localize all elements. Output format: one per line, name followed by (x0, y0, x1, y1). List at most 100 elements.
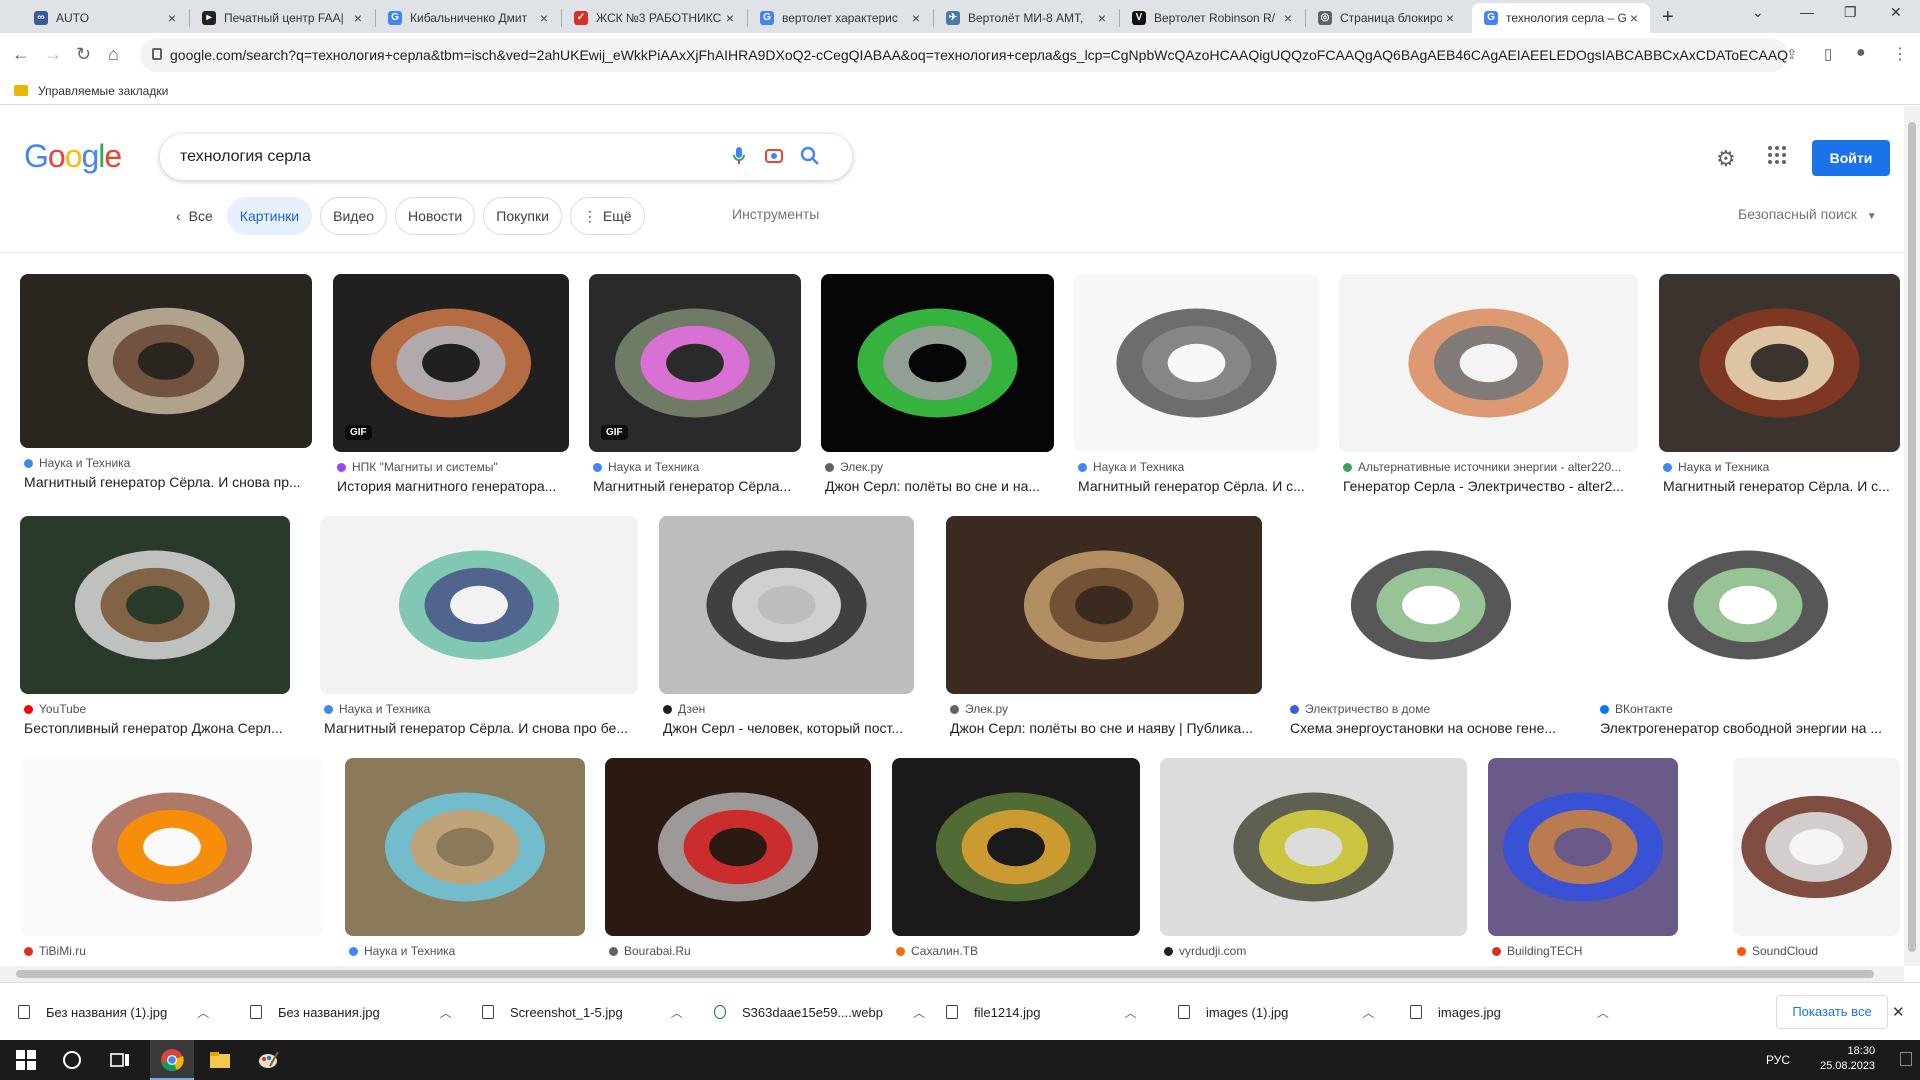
chevron-up-icon[interactable]: ︿ (197, 1004, 209, 1021)
tools-button[interactable]: Инструменты (732, 206, 819, 222)
system-clock[interactable]: 18:30 25.08.2023 (1820, 1044, 1875, 1074)
result-source[interactable]: Элек.ру (825, 460, 1054, 474)
result-title[interactable]: Генератор Серла - Электричество - alter2… (1343, 478, 1638, 494)
tab-auto[interactable]: ∞ AUTO × (22, 3, 188, 33)
image-result[interactable]: GIF Наука и Техника Магнитный генератор Сё… (589, 274, 801, 504)
result-thumbnail[interactable] (1339, 274, 1638, 452)
safe-search-dropdown[interactable]: Безопасный поиск ▼ (1738, 206, 1877, 222)
close-downloads-icon[interactable]: ✕ (1892, 1003, 1905, 1021)
home-icon[interactable]: ⌂ (108, 44, 119, 65)
image-result[interactable]: Электричество в доме Схема энергоустановк… (1286, 516, 1576, 746)
menu-dots-icon[interactable]: ⋮ (1892, 44, 1908, 64)
result-title[interactable]: Электрогенератор свободной энергии на ..… (1600, 720, 1900, 736)
close-icon[interactable]: × (164, 10, 180, 26)
address-bar[interactable]: google.com/search?q=технология+серла&tbm… (140, 38, 1788, 72)
result-title[interactable]: Схема энергоустановки на основе гене... (1290, 720, 1576, 736)
managed-bookmarks[interactable]: Управляемые закладки (38, 84, 168, 98)
tab-search-chevron-icon[interactable]: ⌄ (1752, 4, 1764, 21)
result-thumbnail[interactable] (1659, 274, 1900, 452)
filter-images[interactable]: Картинки (226, 197, 313, 235)
result-thumbnail[interactable] (1596, 516, 1900, 694)
image-result[interactable]: Наука и Техника Магнитный генератор Сёрла… (1659, 274, 1900, 504)
image-result[interactable]: Наука и Техника (345, 758, 585, 966)
tab-zhsk[interactable]: ✓ ЖСК №3 РАБОТНИКС × (562, 3, 746, 33)
close-icon[interactable]: × (536, 10, 552, 26)
result-thumbnail[interactable] (1074, 274, 1319, 452)
tab-mi8[interactable]: ✈ Вертолёт МИ-8 АМТ, × (934, 3, 1118, 33)
result-title[interactable]: Магнитный генератор Сёрла... (593, 478, 801, 494)
image-result[interactable]: Сахалин.ТВ (892, 758, 1140, 966)
result-thumbnail[interactable] (659, 516, 914, 694)
tab-robinson[interactable]: V Вертолет Robinson R/ × (1120, 3, 1304, 33)
result-source[interactable]: Сахалин.ТВ (896, 944, 1140, 958)
result-source[interactable]: Дзен (663, 702, 914, 716)
tab-active-search[interactable]: G технология серла – G × (1472, 3, 1650, 33)
filter-shopping[interactable]: Покупки (483, 197, 562, 235)
image-result[interactable]: vyrdudji.com (1160, 758, 1467, 966)
result-thumbnail[interactable] (1733, 758, 1900, 936)
chevron-up-icon[interactable]: ︿ (1362, 1004, 1374, 1021)
result-source[interactable]: vyrdudji.com (1164, 944, 1467, 958)
image-result[interactable]: Наука и Техника Магнитный генератор Сёрла… (1074, 274, 1319, 504)
vertical-scrollbar[interactable] (1904, 106, 1920, 966)
microphone-icon[interactable] (732, 146, 746, 166)
window-close-icon[interactable]: ✕ (1890, 4, 1902, 21)
settings-gear-icon[interactable]: ⚙ (1716, 146, 1736, 172)
windows-start-icon[interactable] (14, 1048, 38, 1072)
result-source[interactable]: Наука и Техника (349, 944, 585, 958)
filter-video[interactable]: Видео (320, 197, 388, 235)
image-result[interactable]: Альтернативные источники энергии - alter… (1339, 274, 1638, 504)
download-item[interactable]: images.jpg ︿ (1392, 983, 1624, 1041)
search-box[interactable]: технология серла (160, 134, 852, 180)
image-result[interactable]: Наука и Техника Магнитный генератор Сёрла… (20, 274, 312, 504)
image-result[interactable]: GIF НПК "Магниты и системы" История магнит… (333, 274, 569, 504)
input-language[interactable]: РУС (1766, 1053, 1790, 1067)
sidepanel-icon[interactable]: ▯ (1824, 45, 1832, 63)
tab-helicopter-specs[interactable]: G вертолет характерис × (748, 3, 932, 33)
download-item[interactable]: file1214.jpg ︿ (928, 983, 1160, 1041)
close-icon[interactable]: × (1442, 10, 1458, 26)
image-result[interactable]: Элек.ру Джон Серл: полёты во сне и на... (821, 274, 1054, 504)
result-source[interactable]: Наука и Техника (593, 460, 801, 474)
image-result[interactable]: Наука и Техника Магнитный генератор Сёрла… (320, 516, 638, 746)
result-source[interactable]: BuildingTECH (1492, 944, 1678, 958)
notifications-icon[interactable] (1900, 1052, 1912, 1066)
image-result[interactable]: BuildingTECH (1488, 758, 1678, 966)
close-icon[interactable]: × (1626, 10, 1642, 26)
chevron-up-icon[interactable]: ︿ (1597, 1004, 1609, 1021)
chevron-up-icon[interactable]: ︿ (671, 1004, 683, 1021)
search-input[interactable]: технология серла (180, 148, 311, 166)
result-thumbnail[interactable] (320, 516, 638, 694)
horizontal-scrollbar[interactable] (0, 966, 1904, 982)
maximize-icon[interactable]: ❐ (1844, 4, 1857, 21)
new-tab-button[interactable]: + (1662, 6, 1674, 29)
result-source[interactable]: TiBiMi.ru (24, 944, 324, 958)
chrome-taskbar-button[interactable] (150, 1040, 194, 1080)
chevron-up-icon[interactable]: ︿ (440, 1004, 452, 1021)
result-title[interactable]: Магнитный генератор Сёрла. И снова про б… (324, 720, 638, 736)
result-thumbnail[interactable] (20, 758, 324, 936)
download-item[interactable]: Screenshot_1-5.jpg ︿ (464, 983, 696, 1041)
chevron-up-icon[interactable]: ︿ (913, 1004, 925, 1021)
image-result[interactable]: Элек.ру Джон Серл: полёты во сне и наяву … (946, 516, 1262, 746)
result-source[interactable]: YouTube (24, 702, 290, 716)
close-icon[interactable]: × (908, 10, 924, 26)
reload-icon[interactable]: ↻ (76, 44, 91, 65)
image-result[interactable]: YouTube Бестопливный генератор Джона Серл… (20, 516, 290, 746)
close-icon[interactable]: × (722, 10, 738, 26)
image-result[interactable]: TiBiMi.ru (20, 758, 324, 966)
result-source[interactable]: Наука и Техника (1078, 460, 1319, 474)
image-result[interactable]: Bourabai.Ru (605, 758, 871, 966)
result-title[interactable]: Бестопливный генератор Джона Серл... (24, 720, 290, 736)
lens-camera-icon[interactable] (764, 146, 784, 166)
sign-in-button[interactable]: Войти (1812, 140, 1890, 176)
result-title[interactable]: Магнитный генератор Сёрла. И снова пр... (24, 474, 312, 490)
result-source[interactable]: Электричество в доме (1290, 702, 1576, 716)
result-source[interactable]: Bourabai.Ru (609, 944, 871, 958)
search-circle-icon[interactable] (60, 1048, 84, 1072)
result-title[interactable]: Магнитный генератор Сёрла. И с... (1663, 478, 1900, 494)
filter-news[interactable]: Новости (395, 197, 476, 235)
close-icon[interactable]: × (1094, 10, 1110, 26)
result-title[interactable]: Джон Серл: полёты во сне и на... (825, 478, 1054, 494)
result-title[interactable]: История магнитного генератора... (337, 478, 569, 494)
